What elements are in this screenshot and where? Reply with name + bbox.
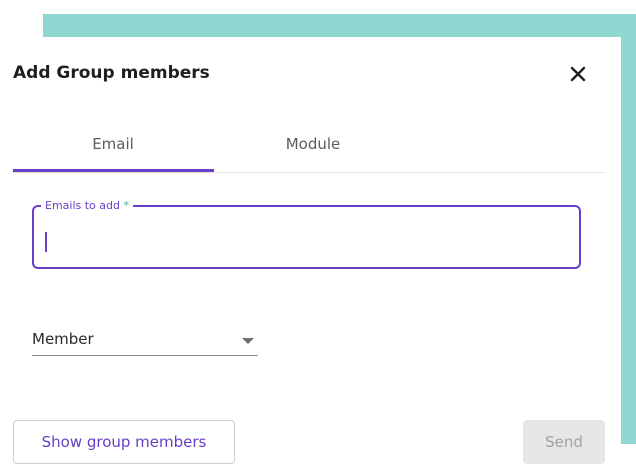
show-group-members-button[interactable]: Show group members xyxy=(13,420,235,464)
role-select-value: Member xyxy=(32,330,94,348)
add-group-members-dialog: Add Group members Email Module Emails to… xyxy=(0,37,621,474)
close-button[interactable] xyxy=(565,61,591,87)
emails-to-add-label: Emails to add * xyxy=(41,199,133,213)
role-select[interactable]: Member xyxy=(32,325,258,356)
screen: Add Group members Email Module Emails to… xyxy=(0,0,636,474)
text-caret xyxy=(45,232,47,252)
active-tab-indicator xyxy=(13,169,214,172)
tab-email[interactable]: Email xyxy=(13,130,213,172)
required-marker: * xyxy=(123,199,130,212)
tab-module-label: Module xyxy=(285,135,341,153)
tab-email-label: Email xyxy=(92,135,134,153)
emails-input[interactable] xyxy=(44,229,564,253)
emails-label-text: Emails to add xyxy=(45,199,120,212)
send-button[interactable]: Send xyxy=(523,420,605,464)
dropdown-arrow-icon xyxy=(242,338,254,344)
tab-bar: Email Module xyxy=(13,130,605,173)
tab-module[interactable]: Module xyxy=(213,130,413,172)
dialog-title: Add Group members xyxy=(13,63,210,83)
emails-to-add-field[interactable]: Emails to add * xyxy=(32,199,581,269)
close-icon xyxy=(570,66,586,82)
